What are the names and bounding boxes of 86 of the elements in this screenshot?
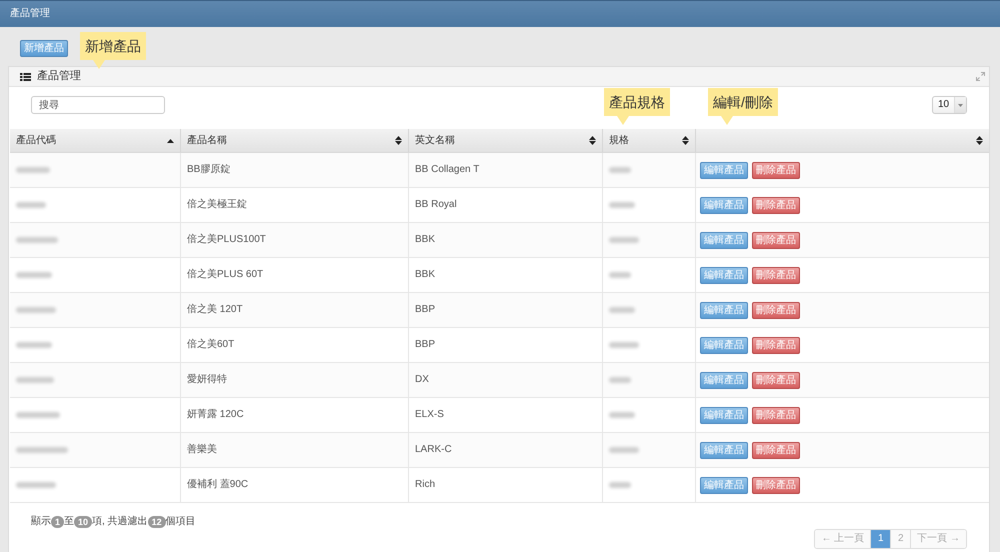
delete-button[interactable]: 刪除產品: [752, 162, 800, 178]
next-page-button[interactable]: 下一頁 →: [910, 530, 966, 548]
delete-button[interactable]: 刪除產品: [752, 442, 800, 458]
delete-button[interactable]: 刪除產品: [752, 406, 800, 424]
page-button[interactable]: 2: [890, 530, 910, 548]
edit-button[interactable]: 編輯產品: [700, 476, 748, 494]
blurred-text: [609, 377, 631, 383]
column-header[interactable]: 規格: [603, 129, 696, 152]
blurred-text: [16, 447, 68, 453]
table-cell: BB膠原錠: [187, 164, 230, 176]
blurred-text: [609, 272, 631, 278]
column-header[interactable]: 產品代碼: [10, 129, 181, 152]
edit-button[interactable]: 編輯產品: [700, 336, 748, 354]
table-cell: 倍之美PLUS100T: [187, 234, 266, 246]
table-cell: 倍之美60T: [187, 339, 234, 351]
edit-button[interactable]: 編輯產品: [700, 232, 748, 248]
blurred-text: [16, 202, 46, 208]
caret-icon: [958, 104, 963, 106]
edit-button[interactable]: 編輯產品: [700, 372, 748, 388]
table-cell: BB Royal: [415, 199, 457, 211]
blurred-text: [609, 237, 639, 243]
previous-page-button[interactable]: ← 上一頁: [815, 530, 870, 548]
page-size-select[interactable]: 10: [932, 96, 967, 114]
table-cell: LARK-C: [415, 444, 452, 456]
panel-title: 產品管理: [37, 70, 81, 83]
table-cell: BBK: [415, 269, 436, 281]
blurred-text: [609, 447, 639, 453]
info-text: 至: [64, 516, 74, 528]
blurred-text: [16, 307, 56, 313]
table-cell: BBP: [415, 304, 436, 316]
page-button[interactable]: 1: [870, 530, 890, 548]
column-header[interactable]: 產品名稱: [181, 129, 409, 152]
table-cell: 倍之美PLUS 60T: [187, 269, 264, 281]
blurred-text: [16, 167, 50, 173]
table-cell: BB Collagen T: [415, 164, 480, 176]
blurred-text: [16, 377, 54, 383]
edit-button[interactable]: 編輯產品: [700, 162, 748, 178]
table-cell: 倍之美 120T: [187, 304, 243, 316]
delete-button[interactable]: 刪除產品: [752, 372, 800, 388]
blurred-text: [609, 342, 639, 348]
table-cell: 善樂美: [187, 444, 217, 456]
edit-button[interactable]: 編輯產品: [700, 302, 748, 318]
edit-button[interactable]: 編輯產品: [700, 406, 748, 424]
blurred-text: [609, 412, 635, 418]
count-badge: 10: [74, 516, 92, 528]
search-field[interactable]: 搜尋: [31, 96, 165, 114]
annotation-callout: 新增產品: [80, 32, 146, 69]
delete-button[interactable]: 刪除產品: [752, 302, 800, 318]
blurred-text: [609, 482, 631, 488]
blurred-text: [16, 272, 52, 278]
blurred-text: [609, 307, 635, 313]
blurred-text: [16, 342, 52, 348]
info-text: 顯示: [31, 516, 51, 528]
blurred-text: [609, 202, 635, 208]
delete-button[interactable]: 刪除產品: [752, 196, 800, 214]
count-badge: 1: [51, 516, 64, 528]
delete-button[interactable]: 刪除產品: [752, 266, 800, 284]
delete-button[interactable]: 刪除產品: [752, 476, 800, 494]
table-cell: BBP: [415, 339, 436, 351]
count-badge: 12: [148, 516, 166, 528]
info-text: 個項目: [166, 516, 196, 528]
delete-button[interactable]: 刪除產品: [752, 336, 800, 354]
blurred-text: [16, 412, 60, 418]
table-cell: Rich: [415, 479, 436, 491]
edit-button[interactable]: 編輯產品: [700, 442, 748, 458]
blurred-text: [609, 167, 631, 173]
blurred-text: [16, 237, 58, 243]
delete-button[interactable]: 刪除產品: [752, 232, 800, 248]
table-cell: 妍菁露 120C: [187, 409, 244, 421]
page-title: 產品管理: [10, 8, 50, 20]
info-text: 項, 共過濾出: [92, 516, 148, 528]
table-cell: ELX-S: [415, 409, 444, 421]
table-cell: 愛妍得特: [187, 374, 227, 386]
table-cell: 倍之美極王錠: [187, 199, 247, 211]
column-header[interactable]: 英文名稱: [409, 129, 603, 152]
list-icon: [20, 72, 31, 80]
table-cell: BBK: [415, 234, 436, 246]
edit-button[interactable]: 編輯產品: [700, 196, 748, 214]
edit-button[interactable]: 編輯產品: [700, 266, 748, 284]
table-cell: DX: [415, 374, 429, 386]
add-product-button[interactable]: 新增產品: [20, 40, 68, 57]
blurred-text: [16, 482, 56, 488]
annotation-callout: 編輯/刪除: [708, 88, 778, 125]
expand-icon[interactable]: [976, 72, 985, 81]
table-cell: 優補利 蓋90C: [187, 479, 248, 491]
annotation-callout: 產品規格: [604, 88, 670, 125]
